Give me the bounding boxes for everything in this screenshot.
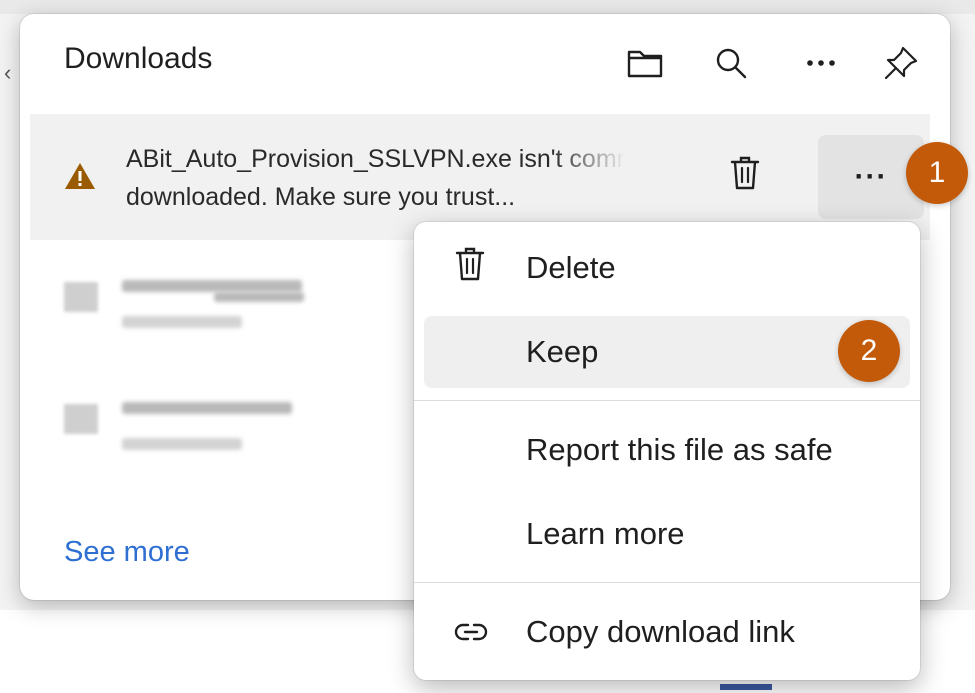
- page-title: Downloads: [64, 42, 213, 75]
- downloads-header: Downloads: [20, 14, 950, 114]
- menu-item-label: Report this file as safe: [526, 432, 833, 467]
- blurred-file-meta: [122, 438, 242, 450]
- more-options-icon[interactable]: [798, 40, 844, 86]
- menu-item-label: Copy download link: [526, 614, 795, 649]
- warning-icon: [64, 162, 96, 195]
- download-warning-text: ABit_Auto_Provision_SSLVPN.exe isn't com…: [126, 140, 626, 220]
- pin-icon[interactable]: [878, 40, 924, 86]
- browser-backdrop-top: [0, 0, 975, 14]
- menu-item-report-safe[interactable]: Report this file as safe: [424, 414, 910, 486]
- download-context-menu: Delete Keep Report this file as safe Lea…: [414, 222, 920, 680]
- folder-icon[interactable]: [622, 40, 668, 86]
- menu-item-label: Keep: [526, 334, 599, 369]
- menu-item-copy-link[interactable]: Copy download link: [424, 596, 910, 668]
- menu-item-label: Learn more: [526, 516, 685, 551]
- chevron-left-icon: ‹: [4, 60, 12, 85]
- warning-line-2: downloaded. Make sure you trust...: [126, 183, 516, 211]
- blurred-file-meta: [122, 316, 242, 328]
- link-icon: [454, 614, 488, 650]
- trash-icon: [729, 155, 761, 196]
- search-icon[interactable]: [708, 40, 754, 86]
- menu-item-delete[interactable]: Delete: [424, 232, 910, 304]
- warning-line-1: ABit_Auto_Provision_SSLVPN.exe isn't com…: [126, 145, 626, 173]
- step-badge-1: 1: [906, 142, 968, 204]
- menu-item-label: Delete: [526, 250, 616, 285]
- step-badge-2: 2: [838, 320, 900, 382]
- taskbar-indicator: [720, 684, 772, 690]
- blurred-filename: [122, 280, 302, 292]
- menu-item-learn-more[interactable]: Learn more: [424, 498, 910, 570]
- blurred-filename: [122, 402, 292, 414]
- delete-download-button[interactable]: [722, 149, 768, 201]
- menu-divider: [414, 400, 920, 401]
- blurred-filename-ext: [214, 292, 304, 302]
- file-thumbnail: [64, 282, 98, 312]
- trash-icon: [454, 246, 486, 290]
- file-thumbnail: [64, 404, 98, 434]
- see-more-link[interactable]: See more: [64, 536, 190, 569]
- menu-divider: [414, 582, 920, 583]
